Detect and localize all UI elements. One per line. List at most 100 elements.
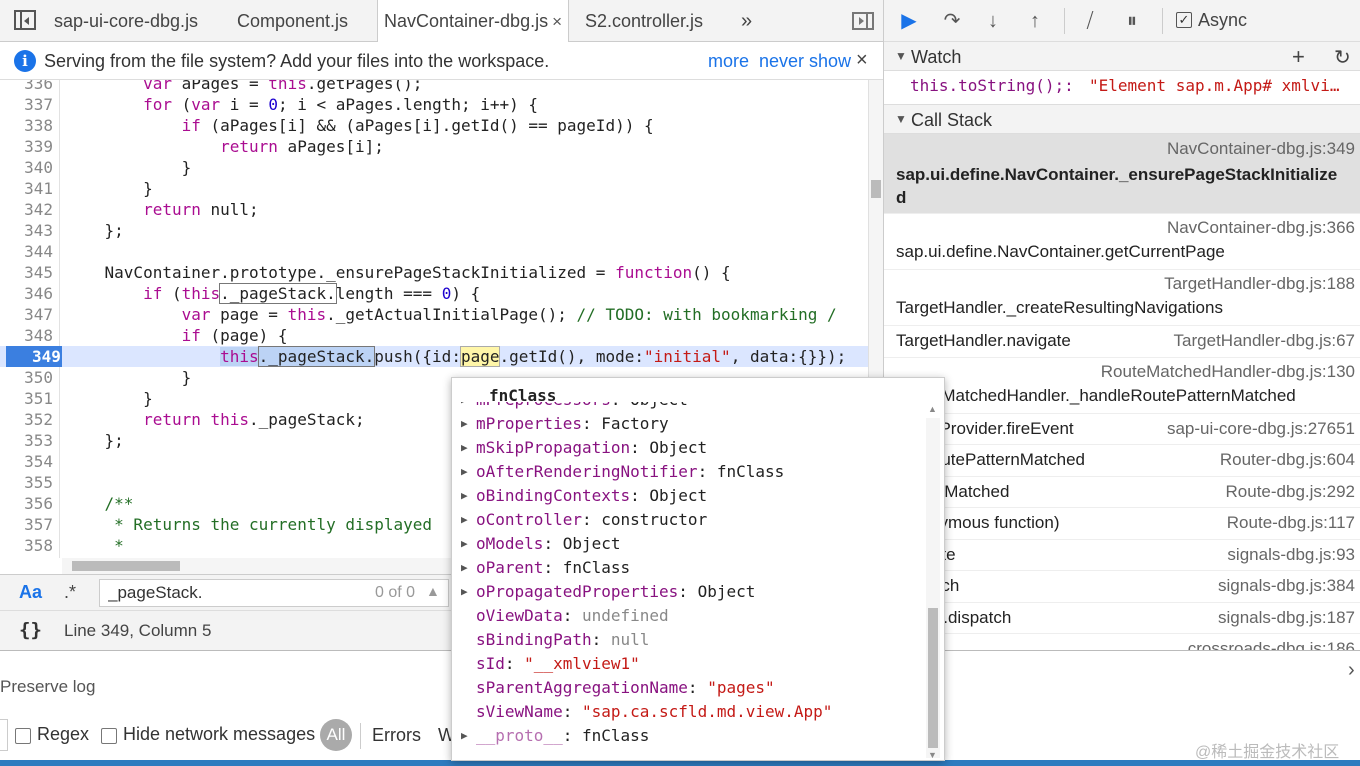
tab-navcontainer[interactable]: NavContainer-dbg.js ×	[377, 0, 570, 43]
line-number[interactable]: 336	[0, 80, 53, 94]
property-row[interactable]: ▶ mPreprocessors: Object	[452, 402, 922, 412]
code-line[interactable]: 348 if (page) {	[0, 325, 868, 346]
watch-expression[interactable]: this.toString();: "Element sap.m.App# xm…	[884, 72, 1360, 102]
line-number[interactable]: 350	[0, 367, 53, 388]
property-row[interactable]: ▶ oPropagatedProperties: Object	[452, 580, 922, 604]
code-line-paused[interactable]: 349 this._pageStack.push({id:page.getId(…	[0, 346, 868, 367]
property-row[interactable]: ▶ oController: constructor	[452, 508, 922, 532]
resume-icon[interactable]: ▶	[896, 8, 922, 34]
line-number[interactable]: 339	[0, 136, 53, 157]
infobar-never-show-link[interactable]: never show	[759, 51, 851, 72]
filter-input-edge[interactable]	[0, 719, 8, 751]
pretty-print-button[interactable]: {}	[19, 619, 42, 641]
line-number[interactable]: 338	[0, 115, 53, 136]
scroll-thumb[interactable]	[928, 608, 938, 748]
chevron-right-icon[interactable]: ›	[1348, 659, 1355, 682]
infobar-more-link[interactable]: more	[708, 51, 749, 72]
property-row[interactable]: ▶ mSkipPropagation: Object	[452, 436, 922, 460]
deactivate-breakpoints-icon[interactable]: ⧸	[1077, 8, 1103, 34]
step-into-icon[interactable]: ↓	[980, 8, 1006, 34]
line-number[interactable]: 358	[0, 535, 53, 556]
tab-close-icon[interactable]: ×	[552, 12, 562, 31]
line-number[interactable]: 354	[0, 451, 53, 472]
code-line[interactable]: 341 }	[0, 178, 868, 199]
line-number[interactable]: 351	[0, 388, 53, 409]
call-frame[interactable]: NavContainer-dbg.js:366 sap.ui.define.Nav…	[884, 214, 1360, 270]
expand-arrow-icon[interactable]: ▶	[461, 460, 468, 484]
code-line[interactable]: 344	[0, 241, 868, 262]
toggle-navigator-icon[interactable]	[14, 10, 36, 30]
step-out-icon[interactable]: ↑	[1022, 8, 1048, 34]
match-case-button[interactable]: Aa	[19, 582, 42, 603]
code-line[interactable]: 336 var aPages = this.getPages();	[0, 80, 868, 94]
code-line[interactable]: 343 };	[0, 220, 868, 241]
callstack-section-header[interactable]: ▼ Call Stack	[884, 104, 1360, 134]
line-number[interactable]: 342	[0, 199, 53, 220]
property-row[interactable]: ▶ oParent: fnClass	[452, 556, 922, 580]
filter-errors-button[interactable]: Errors	[372, 725, 421, 746]
add-watch-icon[interactable]: +	[1292, 44, 1305, 70]
line-number[interactable]: 355	[0, 472, 53, 493]
code-line[interactable]: 345 NavContainer.prototype._ensurePageSt…	[0, 262, 868, 283]
call-frame[interactable]: TargetHandler-dbg.js:67 TargetHandler.nav…	[884, 326, 1360, 358]
property-row[interactable]: ▶ oModels: Object	[452, 532, 922, 556]
regex-button[interactable]: .*	[64, 582, 76, 603]
scroll-thumb[interactable]	[871, 180, 881, 198]
scroll-up-icon[interactable]: ▲	[928, 404, 937, 414]
call-frame[interactable]: sap-ui-core-dbg.js:27651 EventProvider.fi…	[884, 414, 1360, 445]
refresh-icon[interactable]: ↻	[1334, 45, 1351, 70]
expand-arrow-icon[interactable]: ▶	[461, 580, 468, 604]
code-line[interactable]: 342 return null;	[0, 199, 868, 220]
search-input[interactable]	[108, 583, 368, 603]
line-number[interactable]: 359	[0, 556, 53, 558]
line-number[interactable]: 344	[0, 241, 53, 262]
line-number[interactable]: 346	[0, 283, 53, 304]
line-number[interactable]: 348	[0, 325, 53, 346]
code-line[interactable]: 340 }	[0, 157, 868, 178]
call-frame[interactable]: signals-dbg.js:93execute	[884, 540, 1360, 571]
call-frame[interactable]: NavContainer-dbg.js:349 sap.ui.define.Nav…	[884, 134, 1360, 214]
call-frame[interactable]: TargetHandler-dbg.js:188 TargetHandler._c…	[884, 270, 1360, 326]
property-row[interactable]: ▶ __proto__: fnClass	[452, 724, 922, 748]
more-tabs-button[interactable]: »	[741, 0, 752, 42]
popover-scrollbar[interactable]: ▲ ▼	[926, 404, 940, 760]
line-number[interactable]: 353	[0, 430, 53, 451]
line-number[interactable]: 337	[0, 94, 53, 115]
call-frame[interactable]: Route-dbg.js:292 _routeMatched	[884, 477, 1360, 508]
call-frame[interactable]: RouteMatchedHandler-dbg.js:130 RouteMatch…	[884, 358, 1360, 414]
line-number[interactable]: 347	[0, 304, 53, 325]
line-number[interactable]: 349	[6, 346, 62, 367]
filter-all-button[interactable]: All	[320, 719, 352, 751]
line-number[interactable]: 352	[0, 409, 53, 430]
code-line[interactable]: 337 for (var i = 0; i < aPages.length; i…	[0, 94, 868, 115]
hide-network-checkbox[interactable]	[101, 728, 117, 744]
tab-component[interactable]: Component.js	[237, 0, 348, 42]
property-row[interactable]: ▶ mProperties: Factory	[452, 412, 922, 436]
line-number[interactable]: 343	[0, 220, 53, 241]
expand-arrow-icon[interactable]: ▶	[461, 508, 468, 532]
watch-section-header[interactable]: ▼ Watch + ↻	[884, 41, 1360, 71]
toggle-debugger-icon[interactable]	[852, 12, 874, 30]
call-frame[interactable]: crossroads-dbg.js:186	[884, 634, 1360, 650]
call-frame[interactable]: signals-dbg.js:187 Signal.dispatch	[884, 603, 1360, 634]
call-frame[interactable]: Route-dbg.js:117 (anonymous function)	[884, 508, 1360, 540]
expand-arrow-icon[interactable]: ▶	[461, 412, 468, 436]
code-line[interactable]: 347 var page = this._getActualInitialPag…	[0, 304, 868, 325]
scroll-thumb[interactable]	[72, 561, 180, 571]
expand-arrow-icon[interactable]: ▶	[461, 402, 468, 412]
expand-arrow-icon[interactable]: ▶	[461, 436, 468, 460]
infobar-close-icon[interactable]: ×	[856, 49, 868, 72]
line-number[interactable]: 356	[0, 493, 53, 514]
tab-sap-ui-core[interactable]: sap-ui-core-dbg.js	[54, 0, 198, 42]
line-number[interactable]: 345	[0, 262, 53, 283]
call-frame[interactable]: Router-dbg.js:604 fireRoutePatternMatched	[884, 445, 1360, 477]
call-frame[interactable]: signals-dbg.js:384dispatch	[884, 571, 1360, 603]
line-number[interactable]: 340	[0, 157, 53, 178]
code-line[interactable]: 338 if (aPages[i] && (aPages[i].getId() …	[0, 115, 868, 136]
property-list[interactable]: ▶ mPreprocessors: Object ▶ mProperties: Fac…	[452, 402, 922, 760]
tab-s2-controller[interactable]: S2.controller.js	[585, 0, 703, 42]
line-number[interactable]: 357	[0, 514, 53, 535]
expand-arrow-icon[interactable]: ▶	[461, 532, 468, 556]
step-over-icon[interactable]: ↷	[939, 8, 965, 34]
expand-arrow-icon[interactable]: ▶	[461, 484, 468, 508]
